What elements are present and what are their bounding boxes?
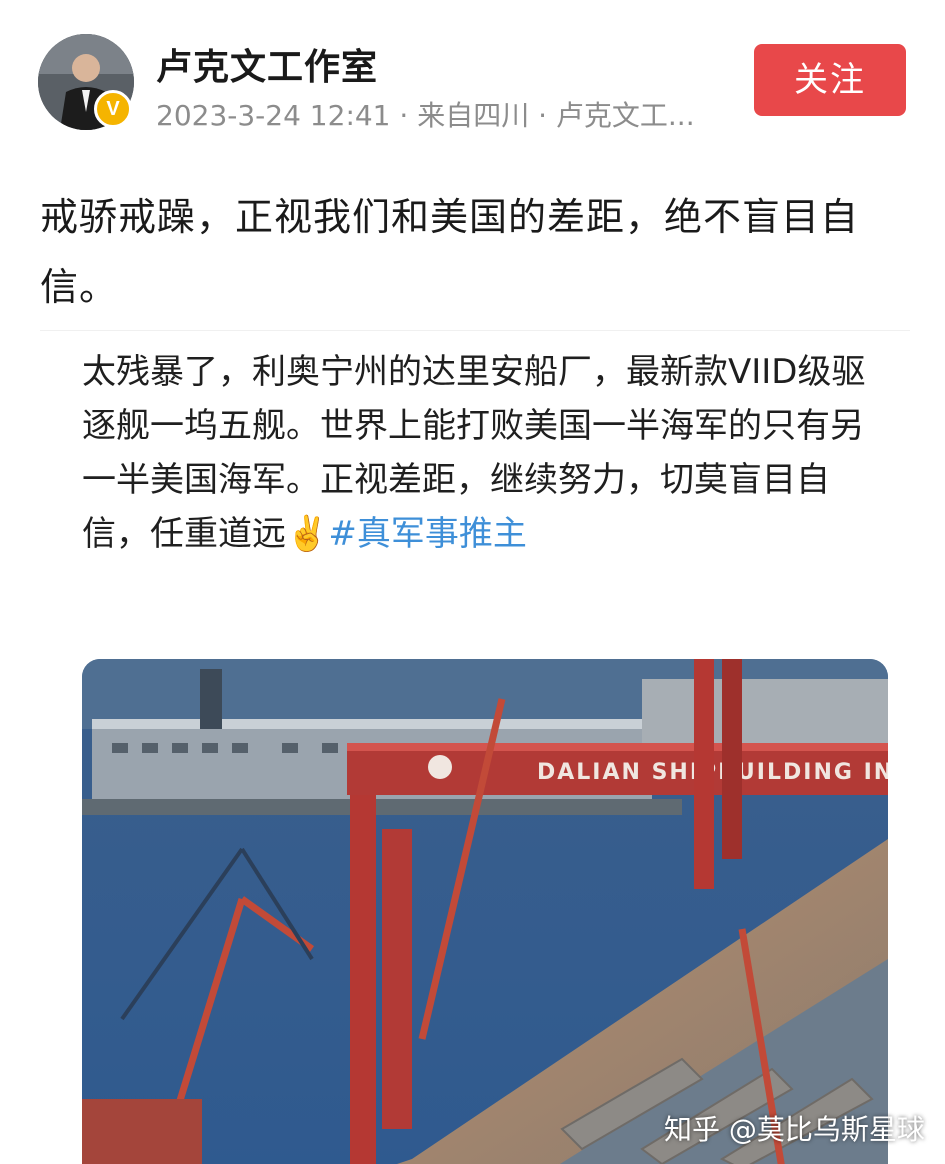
post-header: V 卢克文工作室 2023-3-24 12:41 · 来自四川 · 卢克文工..… [0,0,945,150]
follow-button[interactable]: 关注 [754,44,906,116]
author-name[interactable]: 卢克文工作室 [156,38,378,90]
repost-body: 太残暴了，利奥宁州的达里安船厂，最新款VIID级驱逐舰一坞五舰。世界上能打败美国… [82,345,872,561]
shipyard-image: DALIAN SHIPBUILDING INDUSTRY [82,659,888,1164]
shipyard-photo[interactable]: DALIAN SHIPBUILDING INDUSTRY [82,659,888,1164]
post-meta: 2023-3-24 12:41 · 来自四川 · 卢克文工... [156,99,695,132]
post-body: 戒骄戒躁，正视我们和美国的差距，绝不盲目自信。 [40,195,860,309]
verified-badge-icon: V [94,90,132,128]
zhihu-watermark: 知乎 @莫比乌斯星球 [664,1113,925,1146]
hashtag-link[interactable]: #真军事推主 [328,514,527,554]
repost-card[interactable]: 太残暴了，利奥宁州的达里安船厂，最新款VIID级驱逐舰一坞五舰。世界上能打败美国… [40,330,910,1164]
